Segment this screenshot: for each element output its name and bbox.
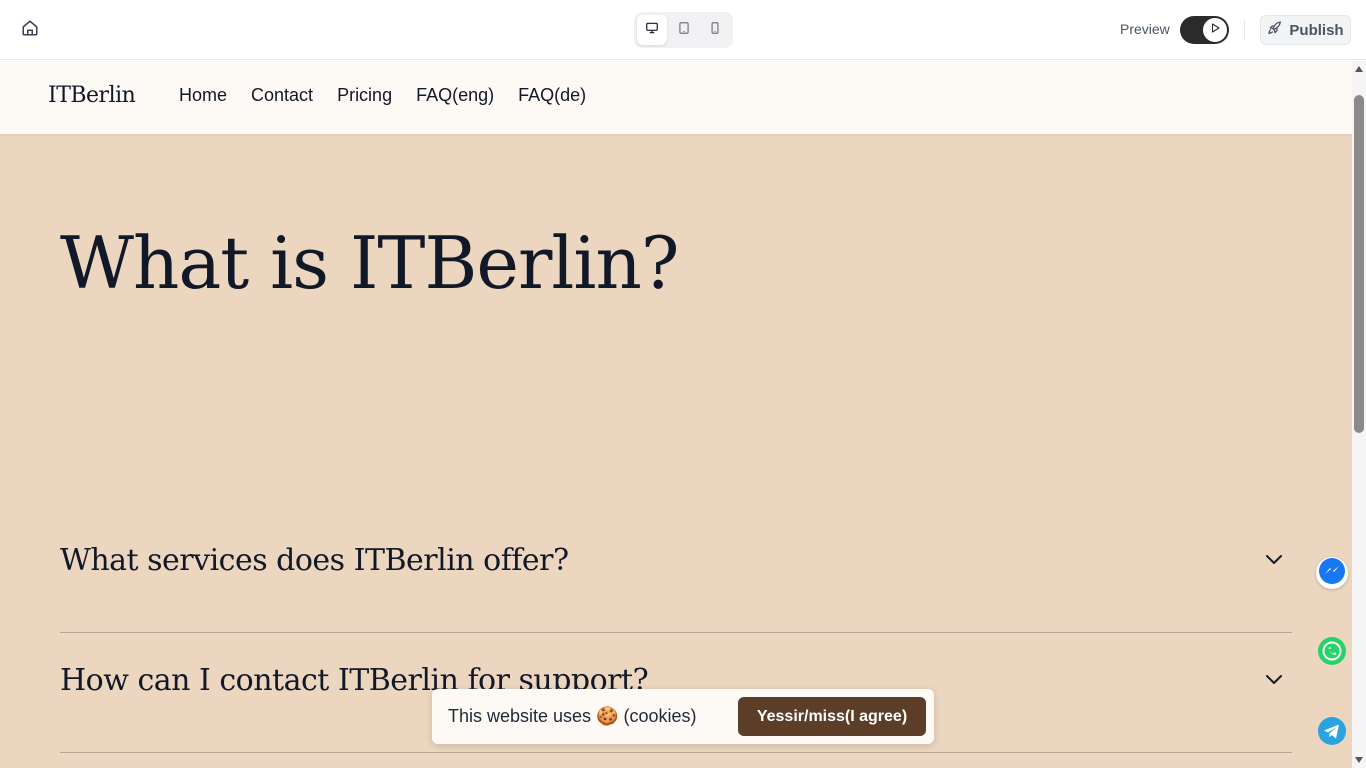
chevron-down-icon (1262, 667, 1286, 691)
nav-link-faq-de[interactable]: FAQ(de) (518, 85, 586, 106)
home-button[interactable] (16, 16, 44, 44)
desktop-icon (645, 21, 659, 40)
faq-question: What services does ITBerlin offer? (60, 543, 569, 578)
telegram-icon (1317, 716, 1347, 751)
publish-label: Publish (1289, 21, 1344, 39)
scrollbar[interactable] (1352, 61, 1366, 768)
mobile-view-button[interactable] (700, 15, 730, 45)
home-icon (21, 19, 39, 42)
scroll-down-arrow-icon[interactable] (1352, 754, 1366, 766)
nav-link-contact[interactable]: Contact (251, 85, 313, 106)
whatsapp-button[interactable] (1316, 636, 1348, 671)
tablet-view-button[interactable] (669, 15, 699, 45)
preview-toggle-knob (1203, 18, 1227, 42)
preview-toggle[interactable] (1180, 16, 1229, 44)
cookie-banner: This website uses 🍪 (cookies) Yessir/mis… (432, 689, 934, 744)
tablet-icon (677, 21, 691, 40)
mobile-icon (708, 21, 722, 40)
preview-label: Preview (1120, 21, 1170, 37)
chevron-down-icon (1262, 547, 1286, 571)
nav-link-home[interactable]: Home (179, 85, 227, 106)
site-canvas: ITBerlin Home Contact Pricing FAQ(eng) F… (0, 61, 1352, 768)
rocket-icon (1267, 20, 1283, 40)
whatsapp-icon (1317, 636, 1347, 671)
scroll-up-arrow-icon[interactable] (1352, 63, 1366, 75)
nav-link-pricing[interactable]: Pricing (337, 85, 392, 106)
publish-button[interactable]: Publish (1260, 15, 1351, 45)
nav-link-faq-eng[interactable]: FAQ(eng) (416, 85, 494, 106)
scrollbar-thumb[interactable] (1354, 95, 1364, 433)
cookie-message: This website uses 🍪 (cookies) (448, 706, 697, 726)
play-icon (1209, 21, 1221, 39)
faq-item[interactable]: What services does ITBerlin offer? (60, 513, 1292, 633)
site-logo[interactable]: ITBerlin (48, 83, 136, 108)
page-title: What is ITBerlin? (60, 221, 679, 305)
telegram-button[interactable] (1316, 716, 1348, 751)
editor-toolbar: Preview Publish (0, 0, 1366, 60)
site-navbar: ITBerlin Home Contact Pricing FAQ(eng) F… (0, 61, 1352, 134)
messenger-icon (1318, 557, 1346, 590)
toolbar-divider (1244, 20, 1245, 40)
messenger-button[interactable] (1316, 557, 1348, 589)
desktop-view-button[interactable] (637, 15, 667, 45)
cookie-accept-button[interactable]: Yessir/miss(I agree) (738, 697, 926, 736)
nav-links: Home Contact Pricing FAQ(eng) FAQ(de) (179, 85, 586, 106)
device-switcher (634, 12, 733, 48)
